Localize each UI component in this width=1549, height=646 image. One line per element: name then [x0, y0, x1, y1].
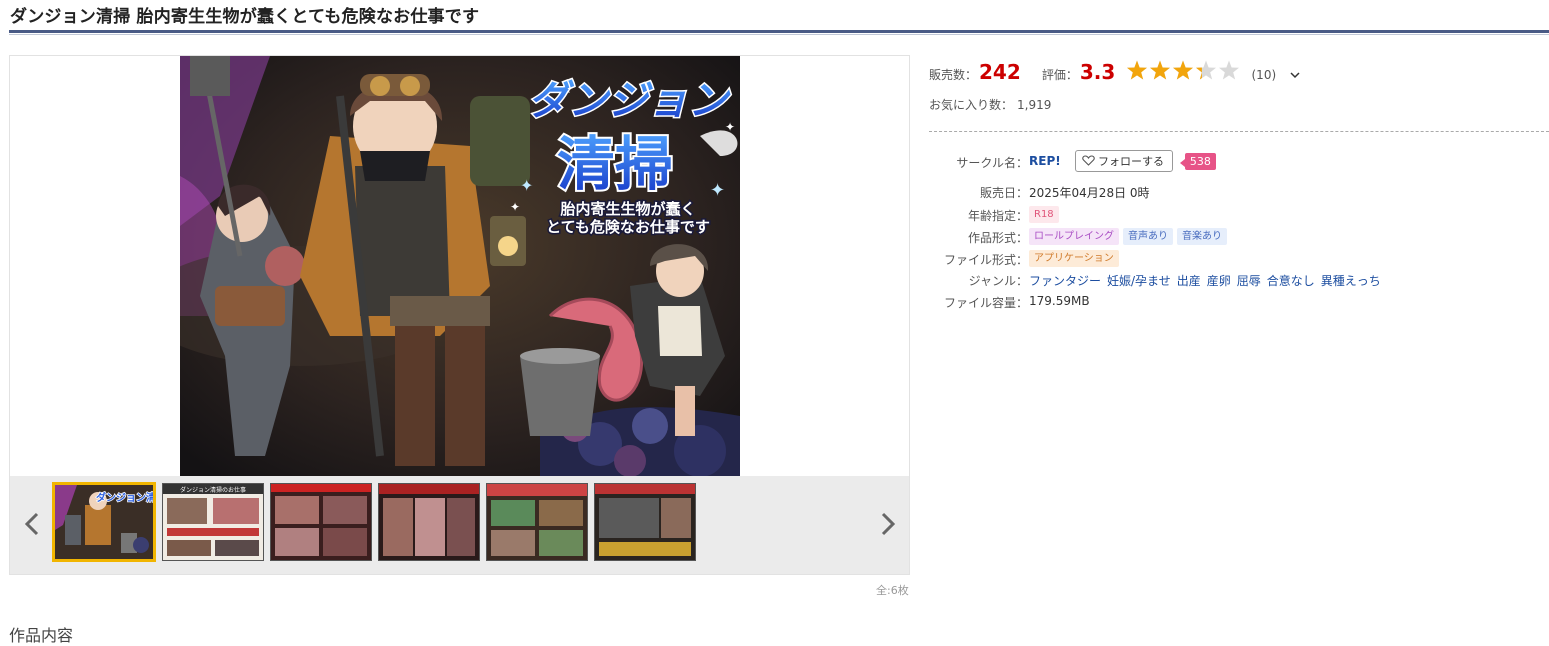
chevron-right-icon [881, 512, 896, 536]
age-rating-badge[interactable]: R18 [1029, 206, 1059, 223]
section-heading-description: 作品内容 [9, 626, 74, 645]
star-filled-icon [1150, 60, 1171, 80]
chevron-down-icon [1290, 72, 1300, 79]
sales-count: 242 [979, 60, 1021, 84]
file-size-value: 179.59MB [1029, 294, 1090, 308]
svg-text:✦: ✦ [710, 180, 725, 201]
image-count: 全:6枚 [876, 584, 909, 597]
sales-label: 販売数： [929, 68, 978, 82]
genre-link[interactable]: 合意なし [1267, 274, 1315, 288]
cover-title-line1: ダンジョン [528, 78, 731, 124]
divider [929, 131, 1549, 132]
svg-text:✦: ✦ [510, 200, 520, 214]
follow-button[interactable]: フォローする [1074, 150, 1174, 172]
work-format-label: 作品形式： [967, 231, 1028, 245]
genre-link[interactable]: 屈辱 [1237, 274, 1261, 288]
rating-count: (10) [1251, 68, 1277, 82]
favorites-row: お気に入り数： 1,919 [929, 96, 1051, 113]
file-format-label: ファイル形式： [943, 253, 1028, 267]
star-empty-icon [1219, 60, 1240, 80]
thumb-2-header: ダンジョン清掃のお仕事 [180, 486, 246, 494]
sales-rating-row: 販売数： 242 評価： 3.3 (10) [929, 60, 1301, 86]
thumbnail-1[interactable]: ダンジョン清掃 [52, 482, 156, 562]
genre-link[interactable]: 異種えっち [1321, 274, 1381, 288]
thumbnail-3[interactable] [270, 483, 372, 561]
release-date-label: 販売日： [979, 186, 1028, 200]
thumb-1-title: ダンジョン清掃 [96, 491, 153, 504]
file-format-tag[interactable]: アプリケーション [1029, 250, 1119, 267]
format-tag-music[interactable]: 音楽あり [1177, 228, 1227, 245]
favorites-label: お気に入り数： [929, 98, 1014, 112]
age-rating-label: 年齢指定： [967, 209, 1028, 223]
page-title: ダンジョン清掃 胎内寄生生物が蠢くとても危険なお仕事です [10, 7, 480, 27]
format-tag-voice[interactable]: 音声あり [1123, 228, 1173, 245]
star-filled-icon [1173, 60, 1194, 80]
thumbnail-2[interactable]: ダンジョン清掃のお仕事 [162, 483, 264, 561]
main-cover-image[interactable]: ダンジョン 清掃 胎内寄生生物が蠢く とても危険なお仕事です ✦ ✦ ✦ ✦ [180, 56, 740, 476]
follow-button-label: フォローする [1098, 155, 1165, 168]
release-date-link[interactable]: 2025年04月28日 0時 [1029, 184, 1150, 201]
circle-label: サークル名： [956, 156, 1028, 170]
rating-expand-button[interactable] [1289, 65, 1301, 84]
genre-link[interactable]: 出産 [1177, 274, 1201, 288]
genre-link[interactable]: ファンタジー [1029, 274, 1101, 288]
svg-text:✦: ✦ [725, 120, 735, 134]
title-underline [9, 30, 1549, 33]
rating-label: 評価： [1041, 68, 1078, 82]
image-gallery: ダンジョン 清掃 胎内寄生生物が蠢く とても危険なお仕事です ✦ ✦ ✦ ✦ ダ… [9, 55, 910, 575]
thumbnail-6[interactable] [594, 483, 696, 561]
cover-subtitle-line2: とても危険なお仕事です [546, 218, 710, 236]
star-filled-icon [1127, 60, 1148, 80]
title-underline-thin [9, 34, 1549, 35]
thumbnail-5[interactable] [486, 483, 588, 561]
circle-name-link[interactable]: REP! [1029, 154, 1061, 168]
cover-subtitle-line1: 胎内寄生生物が蠢く [560, 200, 695, 218]
genre-label: ジャンル： [968, 274, 1028, 288]
thumbnail-strip: ダンジョン清掃 ダンジョン清掃のお仕事 [10, 476, 909, 574]
genre-link[interactable]: 産卵 [1207, 274, 1231, 288]
favorites-count: 1,919 [1017, 98, 1052, 112]
cover-title-line2: 清掃 [557, 130, 673, 198]
heart-icon [1081, 155, 1095, 166]
file-size-label: ファイル容量： [943, 296, 1028, 310]
chevron-left-icon [24, 512, 39, 536]
thumbnail-4[interactable] [378, 483, 480, 561]
format-tag-rpg[interactable]: ロールプレイング [1029, 228, 1119, 245]
next-image-button[interactable] [876, 504, 900, 544]
rating-value: 3.3 [1079, 60, 1116, 84]
svg-text:✦: ✦ [520, 176, 533, 195]
prev-image-button[interactable] [20, 504, 44, 544]
rating-stars [1126, 60, 1242, 86]
genre-link[interactable]: 妊娠/孕ませ [1107, 274, 1171, 288]
follower-count-badge: 538 [1179, 152, 1216, 170]
